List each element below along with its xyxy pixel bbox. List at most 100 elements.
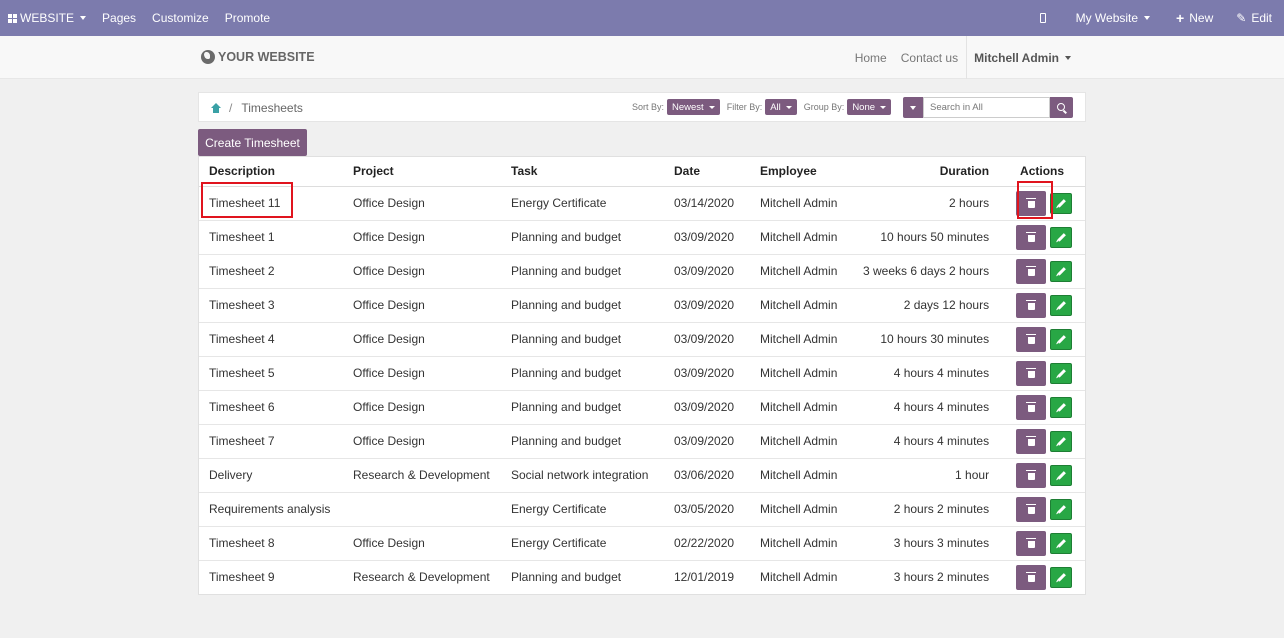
row-actions bbox=[999, 530, 1085, 556]
search-group bbox=[903, 97, 1073, 118]
cell-actions bbox=[999, 355, 1085, 390]
table-row[interactable]: Requirements analysis Energy Certificate 0… bbox=[199, 491, 1085, 526]
cell-duration: 10 hours 50 minutes bbox=[853, 219, 1000, 254]
table-row[interactable]: Delivery Research & Development Social net… bbox=[199, 457, 1085, 492]
cell-description: Delivery bbox=[199, 457, 343, 492]
cell-employee: Mitchell Admin bbox=[750, 525, 853, 560]
edit-button[interactable]: ✎ Edit bbox=[1226, 0, 1284, 36]
cell-actions bbox=[999, 491, 1085, 526]
pencil-icon: ✎ bbox=[1236, 11, 1247, 25]
table-row[interactable]: Timesheet 9 Research & Development Plannin… bbox=[199, 559, 1085, 594]
delete-button[interactable] bbox=[1016, 190, 1047, 216]
cell-employee: Mitchell Admin bbox=[750, 219, 853, 254]
delete-button[interactable] bbox=[1016, 292, 1047, 318]
filter-by-value: All bbox=[770, 101, 781, 113]
cell-actions bbox=[999, 389, 1085, 424]
delete-button[interactable] bbox=[1016, 258, 1047, 284]
group-by-label: Group By: bbox=[803, 102, 845, 112]
trash-icon bbox=[1026, 367, 1037, 378]
pencil-icon bbox=[1056, 198, 1066, 208]
portal-searchbar: / Timesheets Sort By: Newest Filter By: … bbox=[198, 92, 1086, 122]
edit-row-button[interactable] bbox=[1050, 192, 1073, 214]
delete-button[interactable] bbox=[1016, 224, 1047, 250]
table-row[interactable]: Timesheet 11 Office Design Energy Certific… bbox=[199, 186, 1085, 220]
group-by-dropdown[interactable]: None bbox=[847, 99, 892, 115]
edit-row-button[interactable] bbox=[1050, 226, 1073, 248]
main-nav: Home Contact us Mitchell Admin bbox=[848, 36, 1078, 79]
promote-menu[interactable]: Promote bbox=[217, 0, 278, 36]
delete-button[interactable] bbox=[1016, 564, 1047, 590]
website-selector-label: My Website bbox=[1075, 11, 1139, 25]
table-row[interactable]: Timesheet 2 Office Design Planning and bud… bbox=[199, 253, 1085, 288]
delete-button[interactable] bbox=[1016, 496, 1047, 522]
edit-row-button[interactable] bbox=[1050, 362, 1073, 384]
delete-button[interactable] bbox=[1016, 530, 1047, 556]
column-header-description: Description bbox=[199, 157, 343, 187]
sort-by-dropdown[interactable]: Newest bbox=[667, 99, 720, 115]
column-header-task: Task bbox=[501, 157, 664, 187]
pencil-icon bbox=[1056, 573, 1066, 582]
table-row[interactable]: Timesheet 3 Office Design Planning and bud… bbox=[199, 287, 1085, 322]
sort-by-value: Newest bbox=[672, 101, 704, 113]
edit-row-button[interactable] bbox=[1050, 328, 1073, 350]
table-row[interactable]: Timesheet 8 Office Design Energy Certifica… bbox=[199, 525, 1085, 560]
delete-button[interactable] bbox=[1016, 462, 1047, 488]
table-row[interactable]: Timesheet 6 Office Design Planning and bud… bbox=[199, 389, 1085, 424]
delete-button[interactable] bbox=[1016, 360, 1047, 386]
breadcrumb-current: Timesheets bbox=[241, 101, 303, 115]
customize-menu[interactable]: Customize bbox=[144, 0, 217, 36]
table-row[interactable]: Timesheet 4 Office Design Planning and bud… bbox=[199, 321, 1085, 356]
nav-home[interactable]: Home bbox=[848, 36, 894, 79]
search-input[interactable] bbox=[923, 97, 1050, 118]
edit-label: Edit bbox=[1251, 11, 1272, 25]
cell-task: Planning and budget bbox=[501, 287, 664, 322]
search-scope-dropdown[interactable] bbox=[903, 97, 923, 118]
table-row[interactable]: Timesheet 7 Office Design Planning and bud… bbox=[199, 423, 1085, 458]
edit-row-button[interactable] bbox=[1050, 430, 1073, 452]
edit-row-button[interactable] bbox=[1050, 294, 1073, 316]
cell-employee: Mitchell Admin bbox=[750, 457, 853, 492]
cell-duration: 2 days 12 hours bbox=[853, 287, 1000, 322]
delete-button[interactable] bbox=[1016, 326, 1047, 352]
edit-row-button[interactable] bbox=[1050, 566, 1073, 588]
row-actions bbox=[999, 326, 1085, 352]
pencil-icon bbox=[1056, 402, 1066, 412]
plus-icon: + bbox=[1176, 10, 1185, 26]
table-body: Timesheet 11 Office Design Energy Certific… bbox=[199, 186, 1085, 594]
cell-employee: Mitchell Admin bbox=[750, 389, 853, 424]
trash-icon bbox=[1026, 503, 1037, 514]
website-app-menu[interactable]: WEBSITE bbox=[0, 0, 94, 36]
table-row[interactable]: Timesheet 5 Office Design Planning and bud… bbox=[199, 355, 1085, 390]
edit-row-button[interactable] bbox=[1050, 498, 1073, 520]
pencil-icon bbox=[1056, 368, 1066, 378]
chevron-down-icon bbox=[1144, 16, 1151, 20]
edit-row-button[interactable] bbox=[1050, 464, 1073, 486]
site-logo[interactable]: YOUR WEBSITE bbox=[201, 50, 315, 64]
cell-task: Planning and budget bbox=[501, 219, 664, 254]
cell-date: 02/22/2020 bbox=[664, 525, 750, 560]
home-icon[interactable] bbox=[211, 103, 221, 113]
table-header-row: Description Project Task Date Employee D… bbox=[199, 157, 1085, 187]
mobile-preview-button[interactable] bbox=[1023, 0, 1063, 36]
create-timesheet-button[interactable]: Create Timesheet bbox=[198, 129, 307, 156]
edit-row-button[interactable] bbox=[1050, 396, 1073, 418]
row-actions bbox=[999, 190, 1085, 216]
table-row[interactable]: Timesheet 1 Office Design Planning and bud… bbox=[199, 219, 1085, 254]
new-button[interactable]: + New bbox=[1163, 0, 1226, 36]
mobile-icon bbox=[1039, 13, 1046, 23]
website-selector[interactable]: My Website bbox=[1063, 0, 1163, 36]
filter-by-dropdown[interactable]: All bbox=[765, 99, 797, 115]
nav-contact-us[interactable]: Contact us bbox=[894, 36, 965, 79]
delete-button[interactable] bbox=[1016, 394, 1047, 420]
edit-row-button[interactable] bbox=[1050, 260, 1073, 282]
user-menu[interactable]: Mitchell Admin bbox=[966, 36, 1078, 79]
edit-row-button[interactable] bbox=[1050, 532, 1073, 554]
trash-icon bbox=[1026, 435, 1037, 446]
search-button[interactable] bbox=[1050, 97, 1073, 118]
trash-icon bbox=[1026, 571, 1037, 582]
pages-menu[interactable]: Pages bbox=[94, 0, 144, 36]
apps-grid-icon bbox=[8, 13, 17, 23]
cell-project bbox=[343, 491, 501, 526]
delete-button[interactable] bbox=[1016, 428, 1047, 454]
row-actions bbox=[999, 394, 1085, 420]
